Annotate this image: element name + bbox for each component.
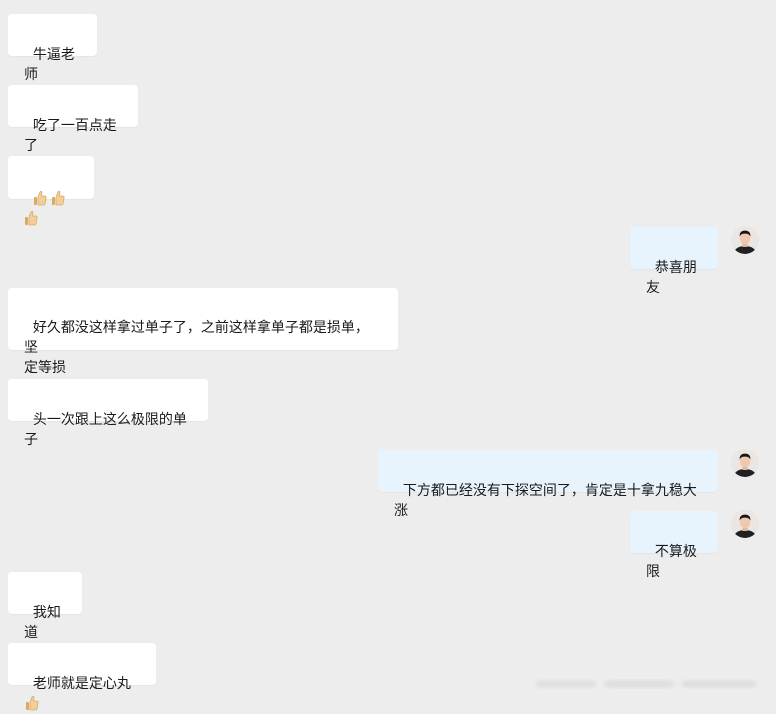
message-bubble-outgoing[interactable]: 恭喜朋友 (630, 227, 718, 296)
avatar[interactable] (731, 226, 759, 254)
message-text: 牛逼老师 (24, 47, 75, 83)
message-bubble-incoming[interactable]: 老师就是定心丸 (8, 643, 156, 711)
watermark-blur (536, 680, 756, 688)
message-text: 不算极限 (646, 544, 697, 580)
message-bubble-incoming[interactable]: 好久都没这样拿过单子了，之前这样拿单子都是损单，坚 定等损 (8, 288, 398, 376)
message-text: 恭喜朋友 (646, 260, 697, 296)
message-bubble-incoming[interactable]: 我知道 (8, 572, 82, 641)
message-text: 头一次跟上这么极限的单子 (24, 412, 187, 448)
message-bubble-outgoing[interactable]: 下方都已经没有下探空间了，肯定是十拿九稳大涨 (378, 450, 718, 519)
message-bubble-incoming[interactable] (8, 156, 94, 226)
message-bubble-incoming[interactable]: 牛逼老师 (8, 14, 97, 83)
message-text: 我知道 (24, 605, 61, 641)
message-bubble-incoming[interactable]: 吃了一百点走了 (8, 85, 138, 154)
message-text: 老师就是定心丸 (32, 676, 131, 692)
message-text: 好久都没这样拿过单子了，之前这样拿单子都是损单，坚 定等损 (24, 320, 369, 376)
avatar-image (731, 510, 759, 538)
thumbs-up-icon (51, 190, 65, 206)
avatar-image (731, 226, 759, 254)
thumbs-up-icon (33, 190, 47, 206)
avatar[interactable] (731, 449, 759, 477)
avatar-image (731, 449, 759, 477)
avatar[interactable] (731, 510, 759, 538)
message-text: 吃了一百点走了 (24, 118, 117, 154)
thumbs-up-icon (26, 695, 39, 711)
thumbs-up-icon (25, 210, 38, 226)
message-bubble-incoming[interactable]: 头一次跟上这么极限的单子 (8, 379, 208, 448)
message-bubble-outgoing[interactable]: 不算极限 (630, 511, 718, 580)
